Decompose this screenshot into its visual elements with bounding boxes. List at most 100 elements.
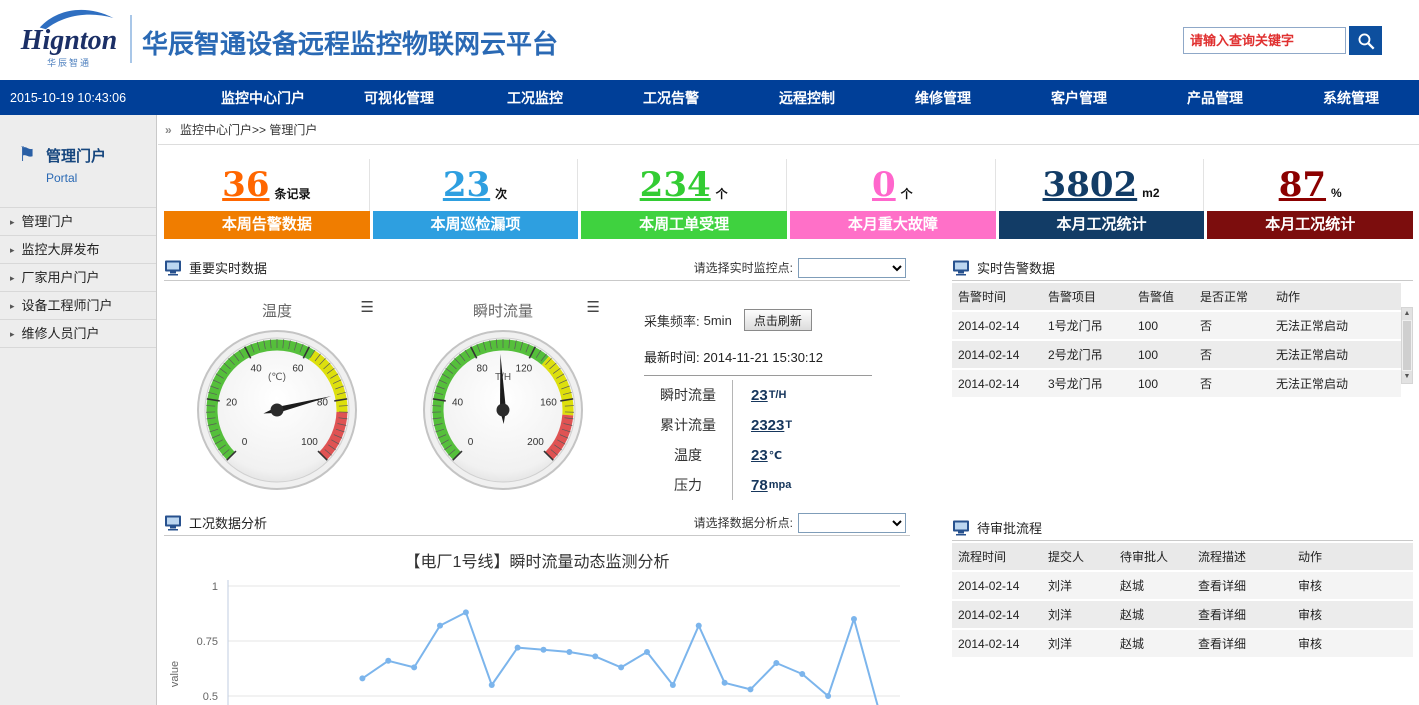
table-row: 2014-02-14刘洋赵城查看详细审核 bbox=[952, 600, 1413, 629]
analysis-point-select[interactable] bbox=[798, 513, 906, 533]
nav-item[interactable]: 工况监控 bbox=[467, 80, 603, 115]
metric-value-link[interactable]: 23 bbox=[751, 447, 768, 464]
analysis-point-selector: 请选择数据分析点: bbox=[694, 513, 910, 533]
breadcrumb: » 监控中心门户>> 管理门户 bbox=[158, 115, 1419, 145]
refresh-button[interactable]: 点击刷新 bbox=[744, 309, 812, 331]
scroll-down-icon[interactable]: ▼ bbox=[1402, 371, 1412, 383]
brand-subtitle: 华辰智通 bbox=[10, 56, 128, 69]
nav-item[interactable]: 维修管理 bbox=[875, 80, 1011, 115]
metric-value-link[interactable]: 78 bbox=[751, 477, 768, 494]
main-content: » 监控中心门户>> 管理门户 36 条记录 本周告警数据 23 次 bbox=[158, 115, 1419, 705]
table-cell: 无法正常启动 bbox=[1270, 340, 1401, 369]
svg-text:0: 0 bbox=[468, 437, 474, 448]
table-cell: 刘洋 bbox=[1042, 600, 1114, 629]
stat-category-button[interactable]: 本月工况统计 bbox=[1207, 211, 1413, 239]
logo-divider bbox=[130, 15, 132, 63]
table-cell: 赵城 bbox=[1114, 571, 1192, 600]
stat-value-area: 36 条记录 bbox=[164, 159, 370, 211]
metrics-list: 瞬时流量 23 T/H 累计流量 bbox=[644, 380, 896, 500]
table-cell: 2014-02-14 bbox=[952, 571, 1042, 600]
column-header: 待审批人 bbox=[1114, 543, 1192, 571]
sidebar-item[interactable]: ▸ 管理门户 bbox=[0, 208, 156, 236]
section-title: 待审批流程 bbox=[977, 518, 1042, 537]
stat-unit: 条记录 bbox=[274, 185, 310, 202]
stat-category-button[interactable]: 本月工况统计 bbox=[999, 211, 1205, 239]
stat-card: 36 条记录 本周告警数据 bbox=[164, 159, 370, 239]
selector-label: 请选择数据分析点: bbox=[694, 514, 793, 531]
table-cell: 2014-02-14 bbox=[952, 629, 1042, 658]
stat-value-link[interactable]: 23 bbox=[443, 165, 490, 205]
table-scrollbar[interactable]: ▲ ▼ bbox=[1401, 307, 1413, 384]
portal-title: 管理门户 bbox=[46, 145, 106, 166]
stat-unit: m2 bbox=[1142, 186, 1159, 200]
nav-item[interactable]: 产品管理 bbox=[1147, 80, 1283, 115]
right-column: 实时告警数据 告警时间告警项目告警值是否正常动作2014-02-141号龙门吊1… bbox=[952, 255, 1413, 705]
nav-item[interactable]: 系统管理 bbox=[1283, 80, 1419, 115]
svg-text:80: 80 bbox=[477, 364, 489, 375]
stat-value-link[interactable]: 87 bbox=[1279, 165, 1326, 205]
section-title: 重要实时数据 bbox=[189, 258, 267, 277]
svg-text:20: 20 bbox=[226, 397, 238, 408]
search-input[interactable] bbox=[1183, 27, 1346, 54]
nav-item[interactable]: 远程控制 bbox=[739, 80, 875, 115]
metric-row: 瞬时流量 23 T/H bbox=[644, 380, 896, 410]
stat-category-button[interactable]: 本周告警数据 bbox=[164, 211, 370, 239]
table-cell: 1号龙门吊 bbox=[1042, 311, 1132, 340]
metric-label: 累计流量 bbox=[644, 415, 732, 435]
metric-row: 累计流量 2323 T bbox=[644, 410, 896, 440]
sidebar-item[interactable]: ▸ 维修人员门户 bbox=[0, 320, 156, 348]
nav-item[interactable]: 工况告警 bbox=[603, 80, 739, 115]
monitor-point-select[interactable] bbox=[798, 258, 906, 278]
column-header: 是否正常 bbox=[1194, 283, 1270, 311]
sidebar: ⚑ 管理门户 Portal ▸ 管理门户 ▸ 监控大屏发布 ▸ bbox=[0, 115, 157, 705]
scrollbar-thumb[interactable] bbox=[1403, 321, 1411, 370]
nav-item[interactable]: 客户管理 bbox=[1011, 80, 1147, 115]
svg-text:40: 40 bbox=[251, 364, 263, 375]
sidebar-menu: ▸ 管理门户 ▸ 监控大屏发布 ▸ 厂家用户门户 ▸ 设备工程师门户 bbox=[0, 207, 156, 348]
table-cell: 2014-02-14 bbox=[952, 600, 1042, 629]
table-cell: 无法正常启动 bbox=[1270, 311, 1401, 340]
metric-value-link[interactable]: 2323 bbox=[751, 417, 784, 434]
main-navigation: 2015-10-19 10:43:06 监控中心门户可视化管理工况监控工况告警远… bbox=[0, 80, 1419, 115]
chart-menu-icon[interactable]: ☰ bbox=[361, 298, 374, 318]
stat-value-link[interactable]: 0 bbox=[872, 165, 896, 205]
section-header-analysis: 工况数据分析 请选择数据分析点: bbox=[164, 510, 910, 536]
scroll-up-icon[interactable]: ▲ bbox=[1402, 308, 1412, 320]
stat-category-button[interactable]: 本周工单受理 bbox=[581, 211, 787, 239]
stat-category-button[interactable]: 本周巡检漏项 bbox=[373, 211, 579, 239]
sidebar-item[interactable]: ▸ 监控大屏发布 bbox=[0, 236, 156, 264]
sidebar-item[interactable]: ▸ 设备工程师门户 bbox=[0, 292, 156, 320]
table-cell: 2014-02-14 bbox=[952, 311, 1042, 340]
svg-text:value: value bbox=[169, 661, 181, 687]
sidebar-item[interactable]: ▸ 厂家用户门户 bbox=[0, 264, 156, 292]
stat-card: 0 个 本月重大故障 bbox=[790, 159, 996, 239]
section-title: 实时告警数据 bbox=[977, 258, 1055, 277]
stat-value-link[interactable]: 36 bbox=[222, 165, 269, 205]
temperature-gauge-widget: 温度 ☰ 020406080100(℃) bbox=[164, 295, 390, 500]
table-cell: 查看详细 bbox=[1192, 629, 1292, 658]
stat-card: 234 个 本周工单受理 bbox=[581, 159, 787, 239]
monitor-icon bbox=[164, 515, 182, 531]
metric-label: 瞬时流量 bbox=[644, 385, 732, 405]
brand-name: Hignton bbox=[10, 26, 128, 56]
stat-value-link[interactable]: 234 bbox=[640, 165, 711, 205]
stat-card: 87 % 本月工况统计 bbox=[1207, 159, 1413, 239]
svg-text:40: 40 bbox=[452, 397, 464, 408]
logo-swoosh-icon bbox=[38, 6, 116, 30]
search-button[interactable] bbox=[1349, 26, 1382, 55]
flag-icon: ⚑ bbox=[18, 145, 36, 165]
stat-value-link[interactable]: 3802 bbox=[1043, 165, 1138, 205]
stat-category-button[interactable]: 本月重大故障 bbox=[790, 211, 996, 239]
metric-value-link[interactable]: 23 bbox=[751, 387, 768, 404]
metric-row: 温度 23 ℃ bbox=[644, 440, 896, 470]
svg-text:60: 60 bbox=[292, 364, 304, 375]
nav-item[interactable]: 监控中心门户 bbox=[195, 80, 331, 115]
nav-item[interactable]: 可视化管理 bbox=[331, 80, 467, 115]
chart-menu-icon[interactable]: ☰ bbox=[587, 298, 600, 318]
table-cell: 审核 bbox=[1292, 600, 1413, 629]
breadcrumb-icon: » bbox=[165, 123, 172, 137]
page: Hignton 华辰智通 华辰智通设备远程监控物联网云平台 2015-10-19… bbox=[0, 0, 1419, 705]
left-column: 重要实时数据 请选择实时监控点: 温度 ☰ 020406080100(℃) bbox=[164, 255, 910, 705]
table-cell: 2号龙门吊 bbox=[1042, 340, 1132, 369]
arrow-right-icon: ▸ bbox=[10, 236, 15, 264]
